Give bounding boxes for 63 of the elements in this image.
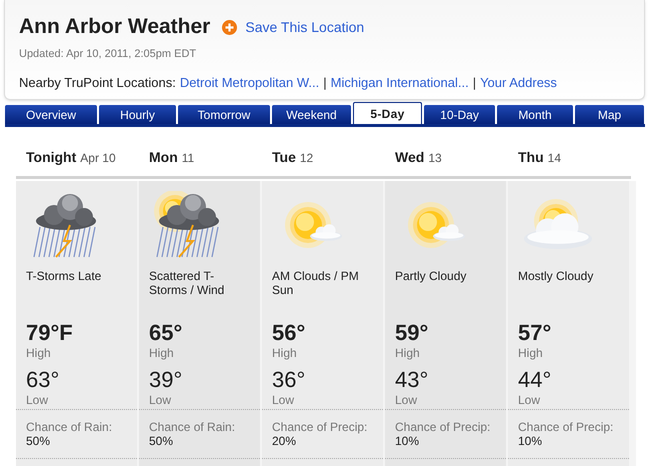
separator: | <box>323 74 327 92</box>
day-date: 13 <box>428 150 442 167</box>
low-label: Low <box>272 393 296 407</box>
low-label: Low <box>395 393 418 407</box>
low-temp: 39° <box>149 368 184 392</box>
precip-chance: 50% <box>26 434 52 448</box>
precip-chance: 10% <box>518 434 544 448</box>
separator: | <box>472 74 476 92</box>
high-label: High <box>26 346 52 360</box>
high-label: High <box>395 346 421 360</box>
low-temp: 36° <box>272 368 306 392</box>
plus-icon <box>222 20 238 34</box>
tab[interactable]: Weekend <box>272 105 351 124</box>
day-date: 14 <box>548 150 562 167</box>
day-name: Mon <box>149 148 178 167</box>
tab[interactable]: Overview <box>5 105 97 124</box>
day-date: 11 <box>182 150 194 167</box>
low-label: Low <box>26 393 50 407</box>
day-name: Wed <box>395 148 424 167</box>
save-location-link[interactable]: Save This Location <box>245 17 364 37</box>
condition-text: AM Clouds / PM Sun <box>272 269 360 297</box>
precip-chance: 10% <box>395 434 420 448</box>
condition-text: Scattered T-Storms / Wind <box>149 269 226 297</box>
low-label: Low <box>149 393 172 407</box>
precip-label: Chance of Rain: <box>149 420 236 434</box>
tab[interactable]: 10-Day <box>424 105 495 124</box>
updated-time: Updated: Apr 10, 2011, 2:05pm EDT <box>19 47 198 62</box>
low-temp: 44° <box>518 368 552 392</box>
page-title: Ann Arbor Weather <box>19 14 210 40</box>
day-name: Thu <box>518 148 544 167</box>
tab[interactable]: 5-Day <box>353 102 422 124</box>
location-link[interactable]: Michigan International... <box>330 72 469 92</box>
tab[interactable]: Map <box>575 105 644 124</box>
high-temp: 59° <box>395 321 430 345</box>
location-link[interactable]: Detroit Metropolitan W... <box>180 72 320 92</box>
precip-label: Chance of Precip: <box>272 420 368 434</box>
low-label: Low <box>518 393 542 407</box>
high-label: High <box>518 346 544 360</box>
nearby-label: Nearby TruPoint Locations: <box>19 74 176 92</box>
condition-text: T-Storms Late <box>26 269 102 283</box>
tab[interactable]: Hourly <box>99 105 176 124</box>
condition-text: Partly Cloudy <box>395 269 468 283</box>
precip-chance: 20% <box>272 434 298 448</box>
high-temp: 57° <box>518 321 552 345</box>
high-label: High <box>149 346 175 360</box>
tab[interactable]: Tomorrow <box>178 105 270 124</box>
day-date: 12 <box>300 150 314 167</box>
low-temp: 63° <box>26 368 60 392</box>
high-temp: 79°F <box>26 321 74 345</box>
precip-label: Chance of Rain: <box>26 420 114 434</box>
tab[interactable]: Month <box>497 105 573 124</box>
precip-label: Chance of Precip: <box>518 420 614 434</box>
high-temp: 65° <box>149 321 184 345</box>
condition-text: Mostly Cloudy <box>518 269 594 283</box>
high-temp: 56° <box>272 321 306 345</box>
low-temp: 43° <box>395 368 430 392</box>
location-link[interactable]: Your Address <box>480 72 557 92</box>
high-label: High <box>272 346 298 360</box>
precip-label: Chance of Precip: <box>395 420 492 434</box>
precip-chance: 50% <box>149 434 174 448</box>
day-name: Tue <box>272 148 296 167</box>
day-name: Tonight <box>26 148 76 167</box>
day-date: Apr 10 <box>80 150 116 167</box>
